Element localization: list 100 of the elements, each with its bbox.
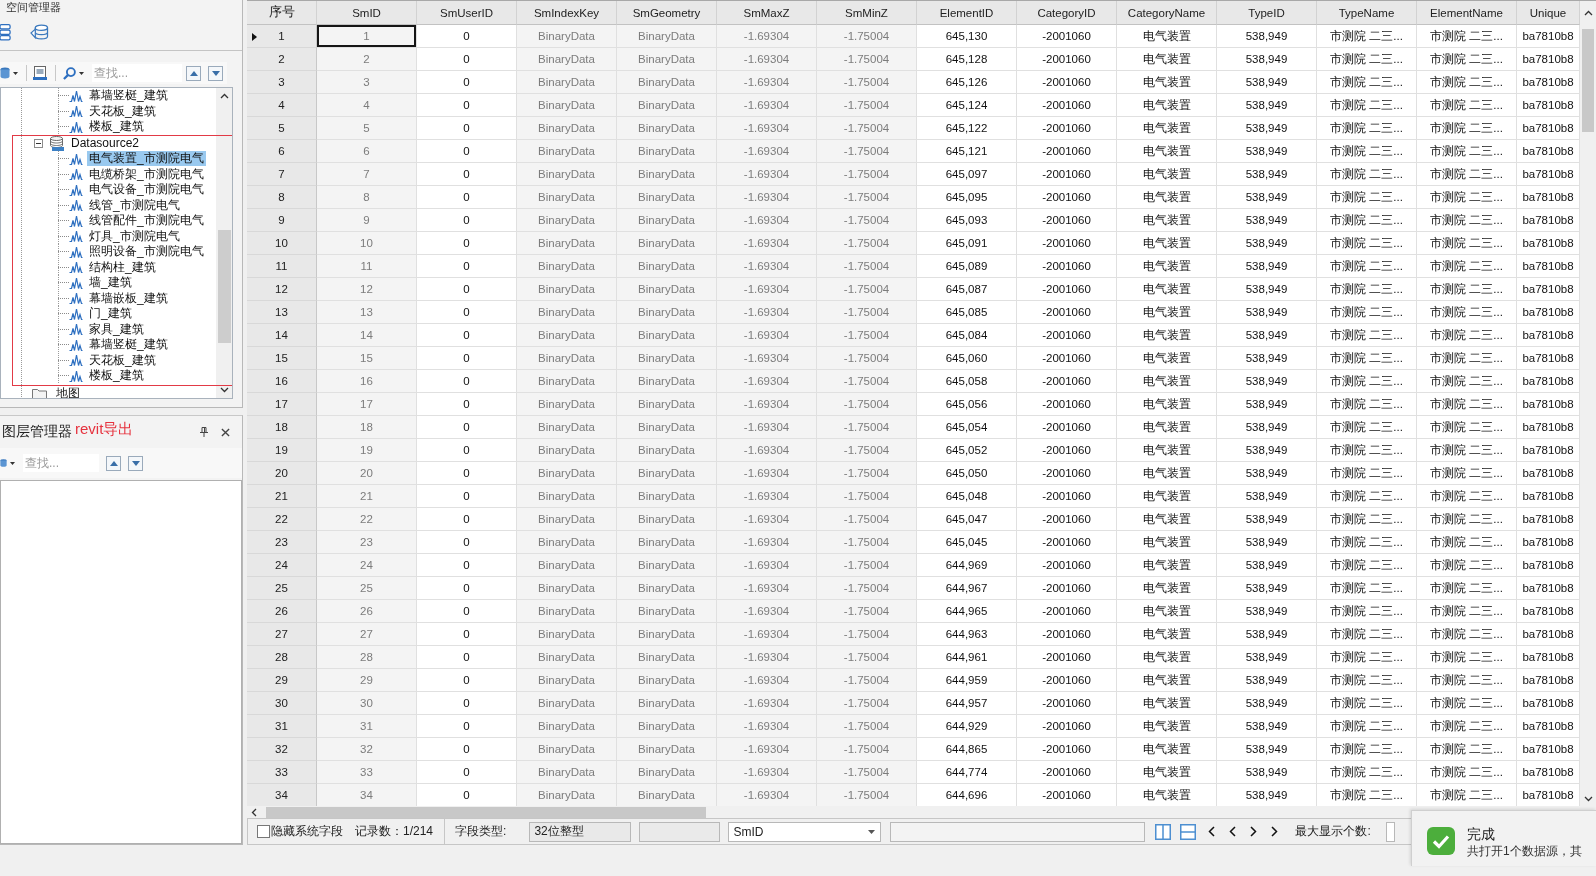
row-header[interactable]: 32	[247, 738, 317, 761]
row-header[interactable]: 34	[247, 784, 317, 806]
chevron-down-icon[interactable]	[219, 387, 229, 393]
chevron-right-icon[interactable]	[1271, 826, 1279, 837]
up-button[interactable]	[186, 65, 201, 81]
up-button[interactable]	[106, 455, 121, 471]
database-icon[interactable]	[0, 23, 11, 41]
text-field[interactable]	[639, 821, 721, 842]
chevron-left-icon[interactable]	[251, 807, 257, 817]
row-header[interactable]: 27	[247, 623, 317, 646]
column-header[interactable]: 序号	[247, 1, 317, 25]
row-header[interactable]: 9	[247, 209, 317, 232]
column-header[interactable]: TypeID	[1217, 1, 1317, 25]
field-type-field[interactable]: 32位整型	[529, 821, 632, 842]
column-header[interactable]: SmID	[317, 1, 417, 25]
document-icon[interactable]	[33, 66, 47, 80]
text-field[interactable]	[1385, 821, 1395, 842]
tree-item[interactable]: 幕墙嵌板_建筑	[87, 290, 170, 306]
scrollbar-thumb[interactable]	[266, 806, 706, 818]
column-header[interactable]: CategoryID	[1017, 1, 1117, 25]
row-header[interactable]: 31	[247, 715, 317, 738]
tree-item[interactable]: 电气设备_市测院电气	[87, 182, 206, 198]
column-header[interactable]: SmUserID	[417, 1, 517, 25]
row-header[interactable]: 1	[247, 25, 317, 48]
tree-item[interactable]: 墙_建筑	[87, 275, 134, 291]
tree-item[interactable]: 天花板_建筑	[87, 352, 158, 368]
tree-item[interactable]: Datasource2	[69, 135, 142, 151]
tree-item[interactable]: 门_建筑	[87, 306, 134, 322]
tree-item[interactable]: 家具_建筑	[87, 321, 146, 337]
column-header[interactable]: CategoryName	[1117, 1, 1217, 25]
row-header[interactable]: 24	[247, 554, 317, 577]
row-header[interactable]: 6	[247, 140, 317, 163]
tree-item[interactable]: 电缆桥架_市测院电气	[87, 166, 206, 182]
text-field[interactable]	[890, 821, 1146, 842]
scrollbar-thumb[interactable]	[217, 230, 231, 343]
tree-item[interactable]: 灯具_市测院电气	[87, 228, 182, 244]
row-header[interactable]: 23	[247, 531, 317, 554]
row-header[interactable]: 18	[247, 416, 317, 439]
database-icon[interactable]	[0, 458, 7, 468]
tree-item[interactable]: 幕墙竖梃_建筑	[87, 88, 170, 104]
row-header[interactable]: 2	[247, 48, 317, 71]
tree-item[interactable]: 线管_市测院电气	[87, 197, 182, 213]
row-header[interactable]: 5	[247, 117, 317, 140]
split-rows-icon[interactable]	[1180, 823, 1197, 840]
column-header[interactable]: SmMaxZ	[717, 1, 817, 25]
caret-icon[interactable]	[10, 461, 15, 465]
row-header[interactable]: 11	[247, 255, 317, 278]
search-field[interactable]: 查找...	[23, 454, 99, 472]
row-header[interactable]: 15	[247, 347, 317, 370]
column-header[interactable]: ElementName	[1417, 1, 1517, 25]
row-header[interactable]: 26	[247, 600, 317, 623]
tree-item[interactable]: 楼板_建筑	[87, 119, 146, 135]
column-header[interactable]: SmIndexKey	[517, 1, 617, 25]
tree-item[interactable]: 天花板_建筑	[87, 103, 158, 119]
row-header[interactable]: 21	[247, 485, 317, 508]
column-header[interactable]: SmMinZ	[817, 1, 917, 25]
row-header[interactable]: 20	[247, 462, 317, 485]
tree-item[interactable]: 楼板_建筑	[87, 368, 146, 384]
checkbox-label[interactable]: 隐藏系统字段	[271, 823, 343, 840]
row-header[interactable]: 13	[247, 301, 317, 324]
tree-item[interactable]: 电气装置_市测院电气	[87, 151, 206, 167]
split-columns-icon[interactable]	[1155, 823, 1172, 840]
row-header[interactable]: 33	[247, 761, 317, 784]
chevron-right-icon[interactable]	[1250, 826, 1258, 837]
row-header[interactable]: 22	[247, 508, 317, 531]
chevron-left-icon[interactable]	[1229, 826, 1237, 837]
chevron-left-icon[interactable]	[1208, 826, 1216, 837]
chevron-up-icon[interactable]	[219, 93, 229, 99]
tree-item[interactable]: 照明设备_市测院电气	[87, 244, 206, 260]
row-header[interactable]: 7	[247, 163, 317, 186]
down-button[interactable]	[128, 455, 143, 471]
row-header[interactable]: 12	[247, 278, 317, 301]
row-header[interactable]: 16	[247, 370, 317, 393]
minus-box-icon[interactable]	[34, 138, 43, 148]
scrollbar[interactable]	[216, 88, 232, 398]
row-header[interactable]: 19	[247, 439, 317, 462]
search-field[interactable]: 查找...	[92, 64, 182, 82]
close-icon[interactable]	[221, 427, 230, 437]
scrollbar-thumb[interactable]	[1582, 29, 1594, 132]
caret-icon[interactable]	[13, 71, 18, 75]
caret-icon[interactable]	[79, 71, 84, 75]
database-icon[interactable]	[30, 23, 49, 41]
row-header[interactable]: 4	[247, 94, 317, 117]
row-header[interactable]: 14	[247, 324, 317, 347]
chevron-up-icon[interactable]	[1583, 10, 1593, 16]
row-header[interactable]: 17	[247, 393, 317, 416]
row-header[interactable]: 30	[247, 692, 317, 715]
tree-item[interactable]: 幕墙竖梃_建筑	[87, 337, 170, 353]
column-header[interactable]: SmGeometry	[617, 1, 717, 25]
database-icon[interactable]	[0, 67, 10, 79]
down-button[interactable]	[208, 65, 223, 81]
tree-item[interactable]: 地图	[54, 385, 82, 398]
tree-item[interactable]: 结构柱_建筑	[87, 259, 158, 275]
row-header[interactable]: 29	[247, 669, 317, 692]
search-icon[interactable]	[63, 66, 76, 80]
row-header[interactable]: 8	[247, 186, 317, 209]
row-header[interactable]: 10	[247, 232, 317, 255]
row-header[interactable]: 28	[247, 646, 317, 669]
checkbox[interactable]	[257, 825, 270, 838]
column-header[interactable]: Unique	[1517, 1, 1580, 25]
